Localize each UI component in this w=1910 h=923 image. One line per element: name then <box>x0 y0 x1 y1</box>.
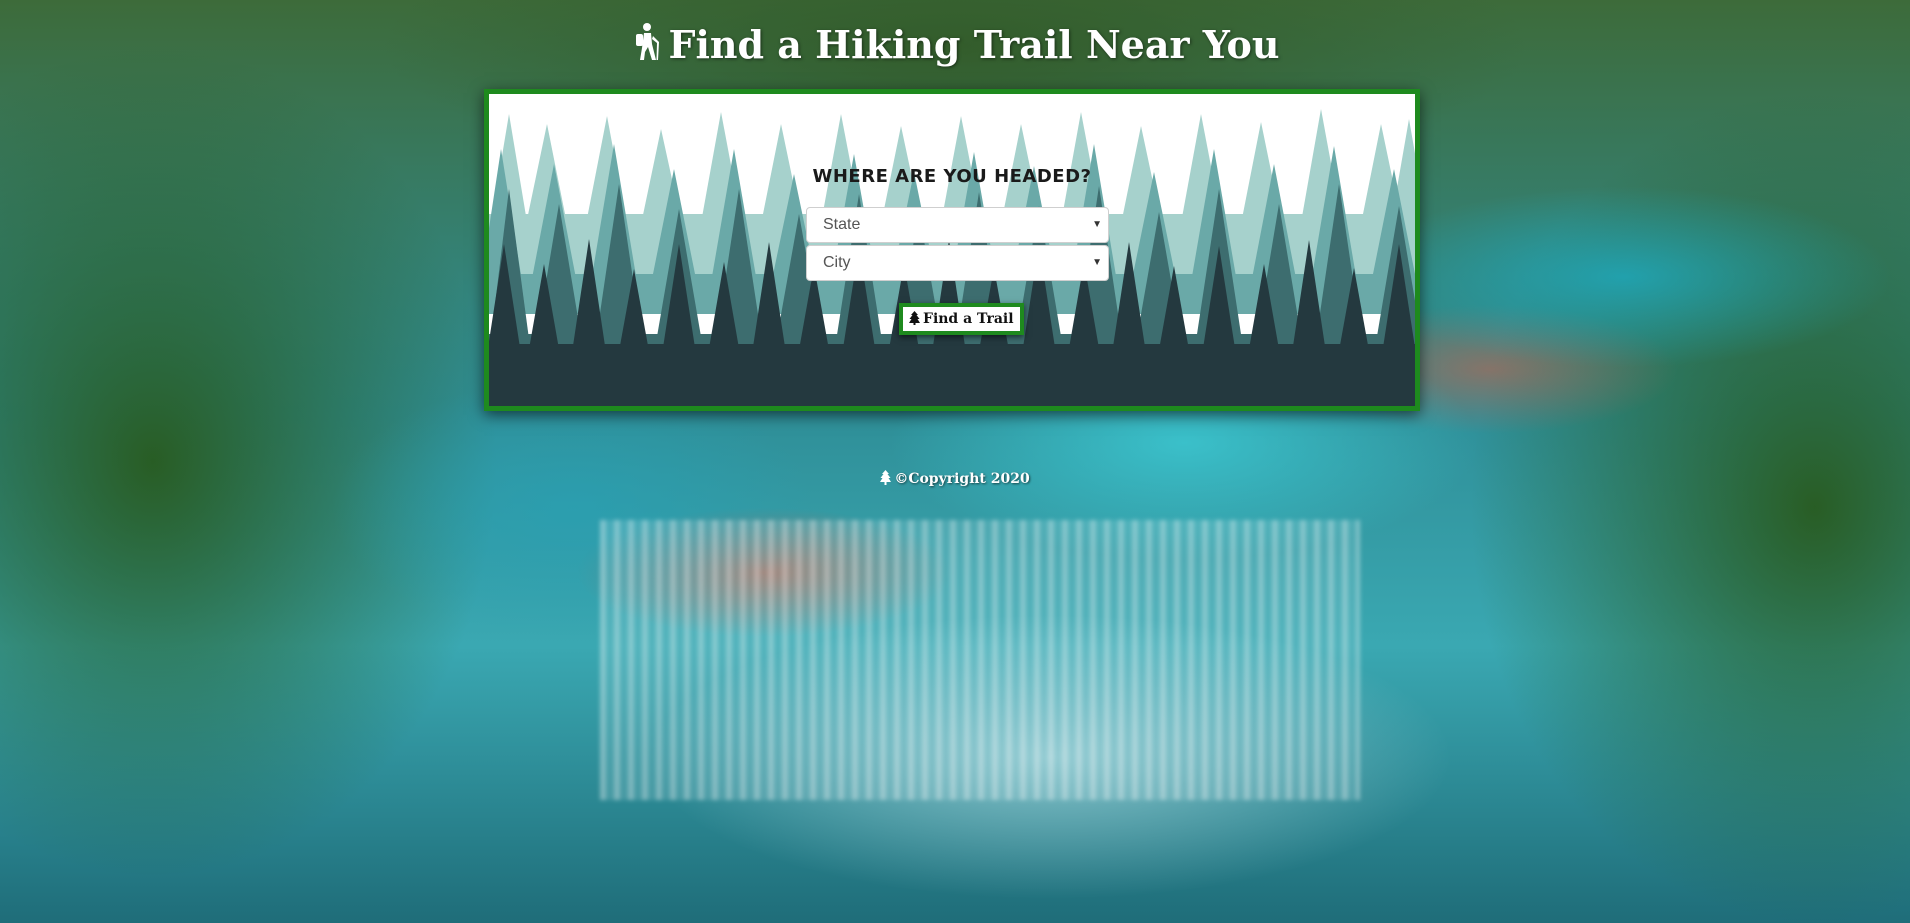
copyright-text: ©Copyright 2020 <box>894 471 1030 487</box>
page-title-block: Find a Hiking Trail Near You <box>0 22 1910 67</box>
search-headline: Where are you headed? <box>812 166 1092 187</box>
find-trail-button-label: Find a Trail <box>923 311 1014 327</box>
background-photo-waterfall <box>600 520 1360 800</box>
trail-search-panel: Where are you headed? State ▼ City ▼ Fin… <box>484 89 1420 411</box>
page-title: Find a Hiking Trail Near You <box>668 22 1280 67</box>
city-select-value: City <box>823 254 851 271</box>
footer: ©Copyright 2020 <box>0 470 1910 487</box>
state-select[interactable]: State ▼ <box>806 207 1109 243</box>
tree-icon <box>880 470 892 485</box>
chevron-down-icon: ▼ <box>1092 257 1102 268</box>
state-select-value: State <box>823 216 861 233</box>
chevron-down-icon: ▼ <box>1092 219 1102 230</box>
hiker-icon <box>630 22 662 62</box>
find-trail-button[interactable]: Find a Trail <box>899 303 1024 335</box>
tree-icon <box>909 309 920 325</box>
city-select[interactable]: City ▼ <box>806 245 1109 281</box>
